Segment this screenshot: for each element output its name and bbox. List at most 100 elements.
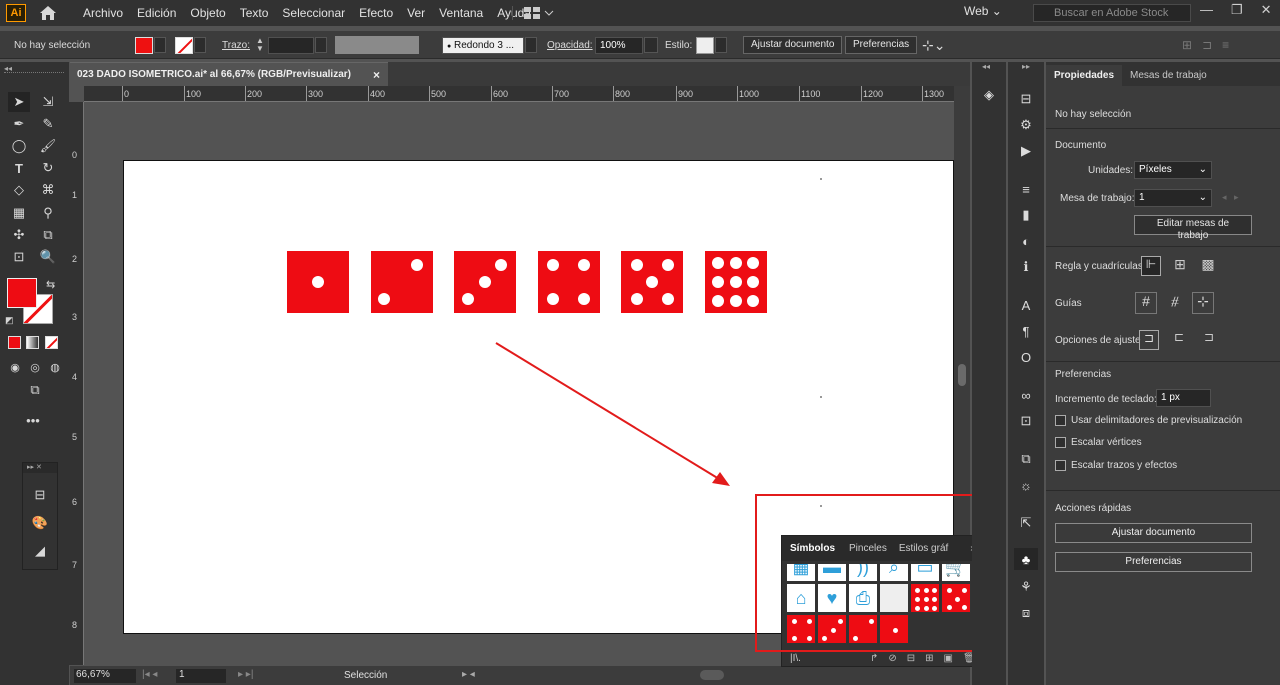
artboards-icon[interactable]: ⊟ bbox=[1014, 88, 1038, 110]
stroke-none-swatch[interactable] bbox=[175, 36, 193, 54]
menu-item[interactable]: Efecto bbox=[352, 6, 400, 20]
edit-toolbar-icon[interactable]: ••• bbox=[22, 410, 44, 430]
transparency-icon[interactable]: ◐ bbox=[1014, 230, 1038, 252]
symbols-icon[interactable]: ♣ bbox=[1014, 548, 1038, 570]
chevron-down-icon[interactable] bbox=[715, 37, 727, 53]
swap-colors-icon[interactable]: ⇆ bbox=[46, 278, 55, 291]
ellipse-tool-icon[interactable]: ◯ bbox=[8, 136, 30, 156]
symbol-actions[interactable]: ↱⊘⊟⊞▣🗑 bbox=[870, 653, 986, 664]
stroke-weight-stepper[interactable]: ▲ ▼ bbox=[256, 36, 268, 54]
menu-icon[interactable]: ≡ bbox=[1222, 38, 1229, 52]
show-guides-icon[interactable]: # bbox=[1135, 292, 1157, 314]
brush-definition[interactable]: ● Redondo 3 ... bbox=[442, 36, 524, 54]
gradient-icon[interactable]: ▮ bbox=[1014, 204, 1038, 226]
opacity-field[interactable]: 100% bbox=[595, 36, 643, 54]
fill-color-box[interactable] bbox=[7, 278, 37, 308]
color-mode-icon[interactable] bbox=[8, 336, 21, 349]
export-icon[interactable]: ⇱ bbox=[1014, 512, 1038, 534]
style-swatch[interactable] bbox=[696, 36, 714, 54]
pen-tool-icon[interactable]: ✒ bbox=[8, 114, 30, 134]
menu-item[interactable]: Seleccionar bbox=[275, 6, 352, 20]
none-mode-icon[interactable] bbox=[45, 336, 58, 349]
checkbox[interactable] bbox=[1055, 415, 1066, 426]
selection-tool-icon[interactable]: ➤ bbox=[8, 92, 30, 112]
actions-play-icon[interactable]: ▶ bbox=[1014, 140, 1038, 162]
search-input[interactable]: Buscar en Adobe Stock bbox=[1033, 4, 1191, 22]
screen-mode-icon[interactable]: ⧉ bbox=[24, 380, 46, 400]
layers-icon[interactable]: ◈ bbox=[977, 84, 1001, 106]
checkbox-preview-bounds[interactable]: Usar delimitadores de previsualización bbox=[1055, 415, 1242, 426]
preferences-button[interactable]: Preferencias bbox=[845, 36, 918, 54]
direct-selection-tool-icon[interactable]: ⇲ bbox=[37, 92, 59, 112]
puppet-icon[interactable]: ⚘ bbox=[1014, 576, 1038, 598]
stroke-icon[interactable]: ≡ bbox=[1014, 178, 1038, 200]
snap-to-glyph-icon[interactable]: ⊐ bbox=[1199, 330, 1219, 350]
minimize-icon[interactable]: — bbox=[1200, 2, 1213, 18]
smart-guides-icon[interactable]: ⊹ bbox=[1192, 292, 1214, 314]
draw-inside-icon[interactable]: ◍ bbox=[44, 357, 66, 377]
zoom-field[interactable]: 66,67% bbox=[74, 669, 136, 683]
links-icon[interactable]: ∞ bbox=[1014, 384, 1038, 406]
quick-document-setup-button[interactable]: Ajustar documento bbox=[1055, 523, 1252, 543]
quick-preferences-button[interactable]: Preferencias bbox=[1055, 552, 1252, 572]
transparency-grid-icon[interactable]: ▩ bbox=[1198, 256, 1218, 276]
chevron-down-icon[interactable] bbox=[420, 37, 432, 53]
symbol-library-icon[interactable]: |I\. bbox=[790, 653, 801, 664]
checkbox-scale-corners[interactable]: Escalar vértices bbox=[1055, 437, 1142, 448]
menu-item[interactable]: Ventana bbox=[432, 6, 490, 20]
zoom-tool-icon[interactable]: 🔍 bbox=[37, 247, 59, 267]
snap-to-point-icon[interactable]: ⊐ bbox=[1139, 330, 1159, 350]
menu-item[interactable]: Archivo bbox=[76, 6, 130, 20]
checkbox[interactable] bbox=[1055, 460, 1066, 471]
menu-item[interactable]: Edición bbox=[130, 6, 183, 20]
chevron-down-icon[interactable] bbox=[315, 37, 327, 53]
eraser-tool-icon[interactable]: ◇ bbox=[8, 180, 30, 200]
grid-icon[interactable]: ⊞ bbox=[1170, 256, 1190, 276]
stroke-weight-field[interactable] bbox=[268, 36, 314, 54]
artboards-panel-icon[interactable]: ⊟ bbox=[29, 485, 51, 505]
close-tab-icon[interactable]: × bbox=[373, 68, 380, 82]
asset-export-icon[interactable]: ⧉ bbox=[1014, 448, 1038, 470]
scroll-thumb[interactable] bbox=[958, 364, 966, 386]
artboard-tool-icon[interactable]: ⊡ bbox=[8, 247, 30, 267]
properties-gear-icon[interactable]: ⚙ bbox=[1014, 114, 1038, 136]
paintbrush-tool-icon[interactable]: 🖌 bbox=[37, 136, 59, 156]
maximize-icon[interactable]: ❐ bbox=[1231, 2, 1243, 18]
align-icon[interactable]: ⊞ bbox=[1182, 38, 1192, 52]
menu-item[interactable]: Ver bbox=[400, 6, 432, 20]
eyedropper-tool-icon[interactable]: ⚲ bbox=[37, 203, 59, 223]
artboard-select[interactable]: 1 ⌄ bbox=[1134, 189, 1212, 207]
puppet-warp-icon[interactable]: ⌘ bbox=[37, 180, 59, 200]
draw-normal-icon[interactable]: ◉ bbox=[4, 357, 26, 377]
nav-last-icon[interactable]: ▸ ▸| bbox=[238, 669, 253, 680]
document-setup-button[interactable]: Ajustar documento bbox=[743, 36, 843, 54]
workspace-switcher[interactable]: Web ⌄ bbox=[964, 4, 1002, 18]
die-face-4[interactable] bbox=[537, 251, 600, 313]
die-face-6[interactable] bbox=[704, 251, 767, 313]
color-palette-icon[interactable]: 🎨 bbox=[29, 513, 51, 533]
hscroll-thumb[interactable] bbox=[700, 670, 724, 680]
libraries-icon[interactable]: ⧈ bbox=[1014, 602, 1038, 624]
checkbox-scale-strokes[interactable]: Escalar trazos y efectos bbox=[1055, 460, 1177, 471]
draw-behind-icon[interactable]: ◎ bbox=[24, 357, 46, 377]
type-tool-icon[interactable]: T bbox=[8, 158, 30, 178]
variable-width-profile[interactable] bbox=[335, 36, 419, 54]
arrange-documents-icon[interactable] bbox=[524, 6, 554, 23]
gradient-tool-icon[interactable]: ▦ bbox=[8, 203, 30, 223]
symbol-sprayer-icon[interactable]: ✣ bbox=[8, 225, 30, 245]
appearance-icon[interactable]: ☼ bbox=[1014, 474, 1038, 496]
die-face-3[interactable] bbox=[454, 251, 516, 313]
rotate-tool-icon[interactable]: ↻ bbox=[37, 158, 59, 178]
menu-item[interactable]: Objeto bbox=[183, 6, 232, 20]
close-icon[interactable]: ✕ bbox=[1261, 2, 1272, 18]
image-trace-icon[interactable]: ⊡ bbox=[1014, 410, 1038, 432]
chevron-down-icon[interactable] bbox=[194, 37, 206, 53]
checkbox[interactable] bbox=[1055, 437, 1066, 448]
gradient-mode-icon[interactable] bbox=[26, 336, 39, 349]
paragraph-icon[interactable]: ¶ bbox=[1014, 320, 1038, 342]
color-guide-icon[interactable]: ◢ bbox=[29, 541, 51, 561]
tab-artboards[interactable]: Mesas de trabajo bbox=[1122, 65, 1215, 86]
page-field[interactable]: 1 bbox=[176, 669, 226, 683]
nav-first-icon[interactable]: |◂ ◂ bbox=[142, 669, 157, 680]
snap-to-pixel-icon[interactable]: ⊏ bbox=[1169, 330, 1189, 350]
